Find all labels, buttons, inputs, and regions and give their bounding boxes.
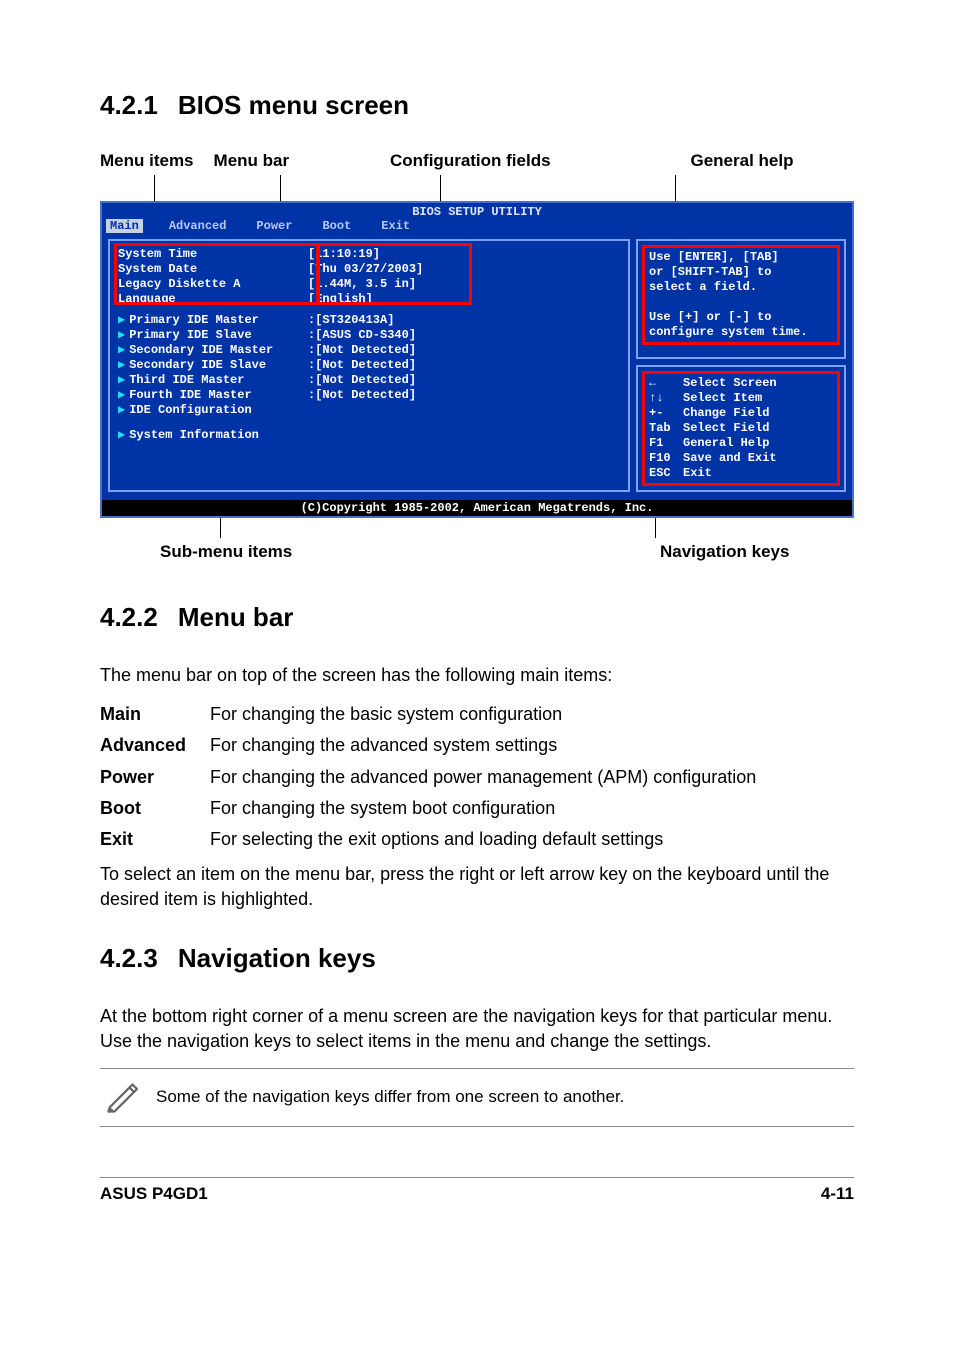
pencil-note-icon — [104, 1077, 140, 1118]
footer-right: 4-11 — [821, 1184, 854, 1204]
bios-item-value[interactable]: [1.44M, 3.5 in] — [308, 277, 620, 292]
highlight-navigation-keys: ←Select Screen ↑↓Select Item +-Change Fi… — [642, 371, 840, 486]
nav-desc: General Help — [683, 436, 769, 451]
bios-item-value: :[Not Detected] — [308, 343, 620, 358]
bios-item-value[interactable]: [11:10:19] — [308, 247, 620, 262]
bios-item-value: :[ASUS CD-S340] — [308, 328, 620, 343]
leader-lines-top — [100, 175, 854, 201]
note-box: Some of the navigation keys differ from … — [100, 1068, 854, 1127]
callout-menu-bar: Menu bar — [214, 151, 290, 171]
section-number: 4.2.2 — [100, 602, 158, 632]
bios-submenu-item[interactable]: ▶IDE Configuration — [118, 403, 308, 418]
submenu-arrow-icon: ▶ — [118, 358, 125, 372]
nav-key: ESC — [649, 466, 683, 481]
submenu-arrow-icon: ▶ — [118, 403, 125, 417]
bios-item-label[interactable]: Legacy Diskette A — [118, 277, 308, 292]
nav-desc: Change Field — [683, 406, 769, 421]
menubar-intro: The menu bar on top of the screen has th… — [100, 663, 854, 688]
bios-left-panel: System Time System Date Legacy Diskette … — [108, 239, 630, 492]
bios-item-value[interactable]: [Thu 03/27/2003] — [308, 262, 620, 277]
bios-item-label[interactable]: Language — [118, 292, 308, 307]
bios-submenu-item[interactable]: ▶Third IDE Master — [118, 373, 308, 388]
callout-navigation-keys: Navigation keys — [660, 542, 789, 562]
menubar-definitions: MainFor changing the basic system config… — [100, 702, 854, 852]
def-desc: For changing the advanced system setting… — [210, 733, 854, 758]
submenu-arrow-icon: ▶ — [118, 343, 125, 357]
bios-item-value: :[Not Detected] — [308, 388, 620, 403]
bios-copyright: (C)Copyright 1985-2002, American Megatre… — [102, 500, 852, 516]
callout-submenu-items: Sub-menu items — [160, 542, 460, 562]
bios-help-text: Use [ENTER], [TAB] or [SHIFT-TAB] to sel… — [649, 250, 833, 340]
page-footer: ASUS P4GD1 4-11 — [100, 1177, 854, 1204]
section-heading-421: 4.2.1 BIOS menu screen — [100, 90, 854, 121]
bios-item-value: :[ST320413A] — [308, 313, 620, 328]
nav-key: Tab — [649, 421, 683, 436]
def-term: Exit — [100, 827, 210, 852]
bios-item-value: :[Not Detected] — [308, 358, 620, 373]
callout-general-help: General help — [630, 151, 854, 171]
submenu-arrow-icon: ▶ — [118, 428, 125, 442]
def-term: Power — [100, 765, 210, 790]
section-title-text: Menu bar — [178, 602, 294, 632]
bios-tab-main[interactable]: Main — [106, 219, 143, 233]
nav-key: +- — [649, 406, 683, 421]
bios-menu-bar: Main Advanced Power Boot Exit — [102, 219, 852, 233]
bios-submenu-item[interactable]: ▶Secondary IDE Slave — [118, 358, 308, 373]
submenu-arrow-icon: ▶ — [118, 328, 125, 342]
bios-submenu-item[interactable]: ▶System Information — [118, 428, 620, 443]
bios-submenu-item[interactable]: ▶Fourth IDE Master — [118, 388, 308, 403]
bios-submenu-item[interactable]: ▶Secondary IDE Master — [118, 343, 308, 358]
section-heading-422: 4.2.2 Menu bar — [100, 602, 854, 633]
submenu-arrow-icon: ▶ — [118, 388, 125, 402]
nav-desc: Select Screen — [683, 376, 777, 391]
note-text: Some of the navigation keys differ from … — [156, 1087, 624, 1107]
def-desc: For selecting the exit options and loadi… — [210, 827, 854, 852]
nav-desc: Save and Exit — [683, 451, 777, 466]
bios-screenshot: BIOS SETUP UTILITY Main Advanced Power B… — [100, 201, 854, 518]
bios-submenu-item[interactable]: ▶Primary IDE Master — [118, 313, 308, 328]
bios-tab-exit[interactable]: Exit — [377, 219, 414, 233]
nav-desc: Select Field — [683, 421, 769, 436]
nav-key: ← — [649, 376, 683, 391]
def-term: Boot — [100, 796, 210, 821]
bios-tab-advanced[interactable]: Advanced — [165, 219, 231, 233]
def-term: Advanced — [100, 733, 210, 758]
leader-lines-bottom — [100, 518, 854, 538]
highlight-general-help: Use [ENTER], [TAB] or [SHIFT-TAB] to sel… — [642, 245, 840, 345]
bios-right-panel: Use [ENTER], [TAB] or [SHIFT-TAB] to sel… — [636, 239, 846, 492]
bios-item-label[interactable]: System Time — [118, 247, 308, 262]
nav-key: F1 — [649, 436, 683, 451]
bios-item-value: :[Not Detected] — [308, 373, 620, 388]
section-title-text: BIOS menu screen — [178, 90, 409, 120]
bios-tab-boot[interactable]: Boot — [318, 219, 355, 233]
nav-key: F10 — [649, 451, 683, 466]
nav-key: ↑↓ — [649, 391, 683, 406]
bios-nav-keys: ←Select Screen ↑↓Select Item +-Change Fi… — [649, 376, 833, 481]
nav-desc: Exit — [683, 466, 712, 481]
section-number: 4.2.1 — [100, 90, 158, 120]
callout-menu-items: Menu items — [100, 151, 194, 171]
bios-item-label[interactable]: System Date — [118, 262, 308, 277]
def-desc: For changing the basic system configurat… — [210, 702, 854, 727]
callout-config-fields: Configuration fields — [390, 151, 630, 171]
def-desc: For changing the system boot configurati… — [210, 796, 854, 821]
def-term: Main — [100, 702, 210, 727]
submenu-arrow-icon: ▶ — [118, 313, 125, 327]
section-heading-423: 4.2.3 Navigation keys — [100, 943, 854, 974]
submenu-arrow-icon: ▶ — [118, 373, 125, 387]
section-number: 4.2.3 — [100, 943, 158, 973]
bios-submenu-item[interactable]: ▶Primary IDE Slave — [118, 328, 308, 343]
bios-item-value[interactable]: [English] — [308, 292, 620, 307]
bios-title: BIOS SETUP UTILITY — [102, 203, 852, 219]
menubar-tip: To select an item on the menu bar, press… — [100, 862, 854, 912]
nav-desc: Select Item — [683, 391, 762, 406]
footer-left: ASUS P4GD1 — [100, 1184, 208, 1204]
callout-row-bottom: Sub-menu items Navigation keys — [100, 542, 854, 562]
callout-row-top: Menu items Menu bar Configuration fields… — [100, 151, 854, 171]
section-title-text: Navigation keys — [178, 943, 376, 973]
bios-tab-power[interactable]: Power — [252, 219, 296, 233]
navkeys-paragraph: At the bottom right corner of a menu scr… — [100, 1004, 854, 1054]
def-desc: For changing the advanced power manageme… — [210, 765, 854, 790]
